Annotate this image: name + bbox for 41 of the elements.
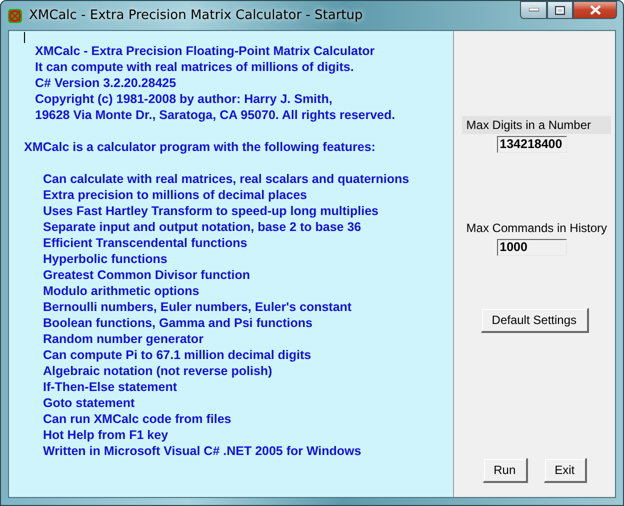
intro-line: Copyright (c) 1981-2008 by author: Harry J. Smith, xyxy=(35,91,332,107)
window-title: XMCalc - Extra Precision Matrix Calculator - Startup xyxy=(29,8,364,23)
feature-item: Uses Fast Hartley Transform to speed-up long multiplies xyxy=(43,203,378,219)
intro-line: XMCalc - Extra Precision Floating-Point Matrix Calculator xyxy=(35,43,375,59)
intro-line: C# Version 3.2.20.28425 xyxy=(35,75,176,91)
feature-item: Efficient Transcendental functions xyxy=(43,235,248,251)
feature-item: If-Then-Else statement xyxy=(43,379,178,395)
setting-field[interactable]: 134218400 xyxy=(496,136,567,153)
intro-line: 19628 Via Monte Dr., Saratoga, CA 95070. All rights reserved. xyxy=(35,107,396,123)
feature-item: Goto statement xyxy=(43,395,135,411)
close-icon xyxy=(590,5,600,15)
text-caret xyxy=(24,32,25,43)
feature-item: Can run XMCalc code from files xyxy=(43,411,232,427)
setting-label: Max Commands in History xyxy=(465,220,608,237)
feature-item: Greatest Common Divisor function xyxy=(43,267,250,283)
feature-item: Can compute Pi to 67.1 million decimal digits xyxy=(43,347,312,363)
feature-item: Separate input and output notation, base 2 to base 36 xyxy=(43,219,362,235)
feature-item: Random number generator xyxy=(43,331,204,347)
feature-item: Hyperbolic functions xyxy=(43,251,168,267)
features-heading: XMCalc is a calculator program with the following features: xyxy=(24,139,376,155)
run-button[interactable]: Run xyxy=(482,458,528,483)
feature-item: Can calculate with real matrices, real scalars and quaternions xyxy=(43,171,410,187)
minimize-icon xyxy=(528,8,538,12)
feature-item: Extra precision to millions of decimal places xyxy=(43,187,307,203)
close-button[interactable] xyxy=(573,1,617,19)
text-pane[interactable] xyxy=(9,31,454,497)
setting-label: Max Digits in a Number xyxy=(462,116,611,134)
maximize-icon xyxy=(555,6,565,14)
feature-item: Hot Help from F1 key xyxy=(43,427,168,443)
feature-item: Boolean functions, Gamma and Psi functions xyxy=(43,315,312,331)
feature-item: Algebraic notation (not reverse polish) xyxy=(43,363,272,379)
maximize-button[interactable] xyxy=(547,1,573,19)
app-icon xyxy=(7,8,23,24)
intro-line: It can compute with real matrices of millions of digits. xyxy=(35,59,354,75)
setting-field[interactable]: 1000 xyxy=(496,239,567,256)
feature-item: Bernoulli numbers, Euler numbers, Euler's constant xyxy=(43,299,352,315)
feature-item: Modulo arithmetic options xyxy=(43,283,200,299)
minimize-button[interactable] xyxy=(520,1,547,19)
default-settings-button[interactable]: Default Settings xyxy=(480,308,588,333)
exit-button[interactable]: Exit xyxy=(544,458,587,483)
feature-item: Written in Microsoft Visual C# .NET 2005 for Windows xyxy=(43,443,362,459)
